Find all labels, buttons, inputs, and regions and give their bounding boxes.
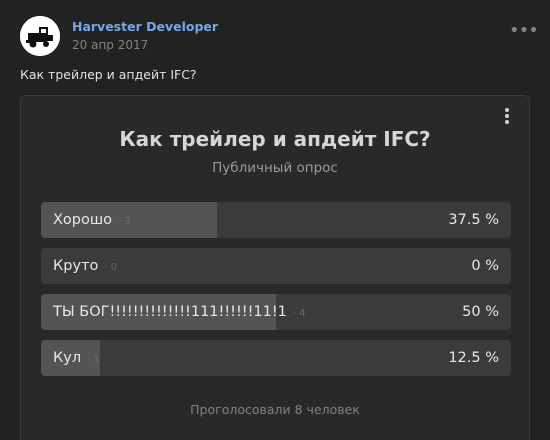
more-horizontal-icon[interactable]: ••• (509, 22, 539, 46)
poll-option-label: ТЫ БОГ!!!!!!!!!!!!!!111!!!!!!11!1 4 (53, 304, 306, 320)
poll-option[interactable]: Кул 1 12.5 % (41, 340, 511, 376)
poll-option-count: 1 (87, 354, 100, 365)
poll-option-label: Круто 0 (53, 258, 117, 274)
post-date[interactable]: 20 апр 2017 (72, 38, 148, 52)
poll-option-label: Хорошо 3 (53, 212, 131, 228)
wall-post: Harvester Developer 20 апр 2017 ••• Как … (0, 0, 550, 440)
post-header: Harvester Developer 20 апр 2017 ••• (20, 16, 539, 56)
more-vertical-icon[interactable] (503, 108, 511, 128)
poll-option-label: Кул 1 (53, 350, 100, 366)
poll-option-percent: 37.5 % (448, 212, 499, 228)
poll-voters-link[interactable]: Проголосовали 8 человек (21, 402, 529, 417)
poll-options: Хорошо 3 37.5 % Круто 0 0 % ТЫ БОГ!!!!!!!!… (41, 202, 511, 386)
poll-title: Как трейлер и апдейт IFC? (119, 127, 431, 151)
poll-subtitle: Публичный опрос (212, 160, 338, 176)
poll-option-text: ТЫ БОГ!!!!!!!!!!!!!!111!!!!!!11!1 (53, 304, 287, 320)
poll-option-count: 0 (104, 262, 117, 273)
post-text: Как трейлер и апдейт IFC? (20, 67, 197, 82)
poll-option-percent: 12.5 % (448, 350, 499, 366)
poll-option-text: Круто (53, 258, 99, 274)
poll-option-percent: 0 % (471, 258, 499, 274)
poll-option-count: 3 (118, 216, 131, 227)
harvester-icon (20, 16, 60, 56)
poll-card: Как трейлер и апдейт IFC? Публичный опро… (20, 95, 530, 440)
avatar[interactable] (20, 16, 60, 56)
poll-option-text: Кул (53, 350, 82, 366)
author-name-link[interactable]: Harvester Developer (72, 19, 218, 34)
poll-option[interactable]: Хорошо 3 37.5 % (41, 202, 511, 238)
poll-option[interactable]: Круто 0 0 % (41, 248, 511, 284)
poll-option[interactable]: ТЫ БОГ!!!!!!!!!!!!!!111!!!!!!11!1 4 50 % (41, 294, 511, 330)
poll-option-percent: 50 % (462, 304, 499, 320)
poll-option-text: Хорошо (53, 212, 113, 228)
poll-option-count: 4 (293, 308, 306, 319)
